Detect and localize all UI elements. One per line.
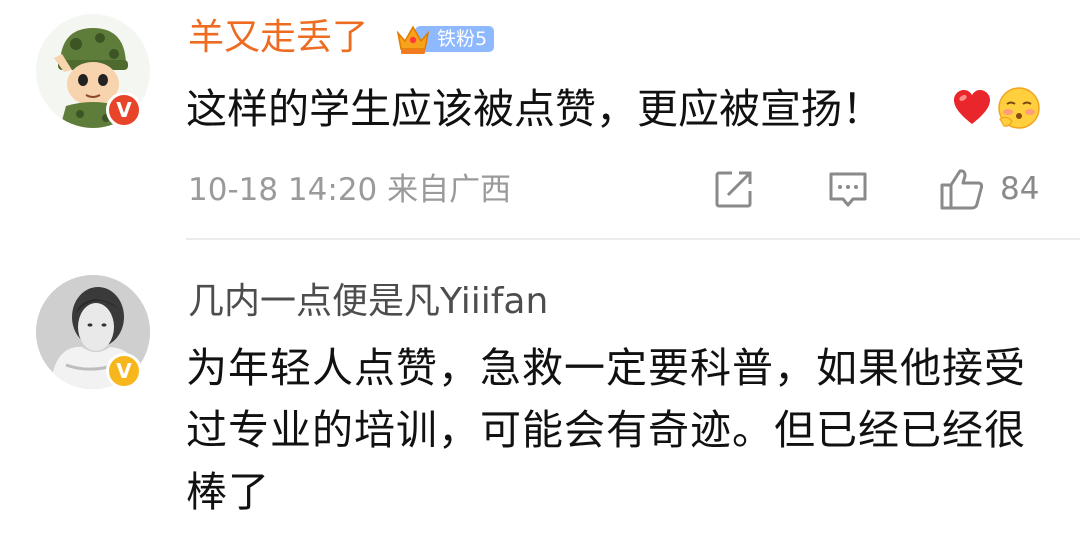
like-count: 84 — [1000, 171, 1040, 207]
emoji-group — [950, 84, 1042, 132]
reply-button[interactable] — [826, 166, 870, 212]
comment-text: 这样的学生应该被点赞，更应被宣扬！ — [186, 85, 883, 133]
comment-text: 为年轻人点赞，急救一定要科普，如果他接受过专业的培训，可能会有奇迹。但已经已经很… — [186, 344, 1026, 516]
like-button[interactable]: 84 — [938, 166, 1039, 212]
username[interactable]: 羊又走丢了 — [188, 16, 368, 60]
share-button[interactable] — [712, 166, 756, 212]
blushing-face-icon — [998, 87, 1040, 129]
heart-emoji-icon — [954, 90, 990, 124]
verified-badge-icon: V — [106, 353, 142, 389]
share-icon — [715, 171, 752, 208]
verified-badge-icon: V — [106, 92, 142, 128]
fan-badge[interactable]: 铁粉5 — [393, 19, 495, 59]
comment-item: V 几内一点便是凡Yiiifan 为年轻人点赞，急救一定要科普，如果他接受过专业… — [0, 240, 1080, 552]
comment-icon — [829, 172, 867, 207]
comment-meta: 10-18 14:20 来自广西 — [188, 172, 512, 208]
crown-icon — [396, 25, 430, 54]
comment-item: V 羊又走丢了 铁粉5 这样的学生应该被点赞，更应被宣扬！ 10-18 14:2… — [0, 0, 1080, 240]
username[interactable]: 几内一点便是凡Yiiifan — [188, 280, 548, 324]
thumbs-up-icon — [940, 169, 984, 210]
